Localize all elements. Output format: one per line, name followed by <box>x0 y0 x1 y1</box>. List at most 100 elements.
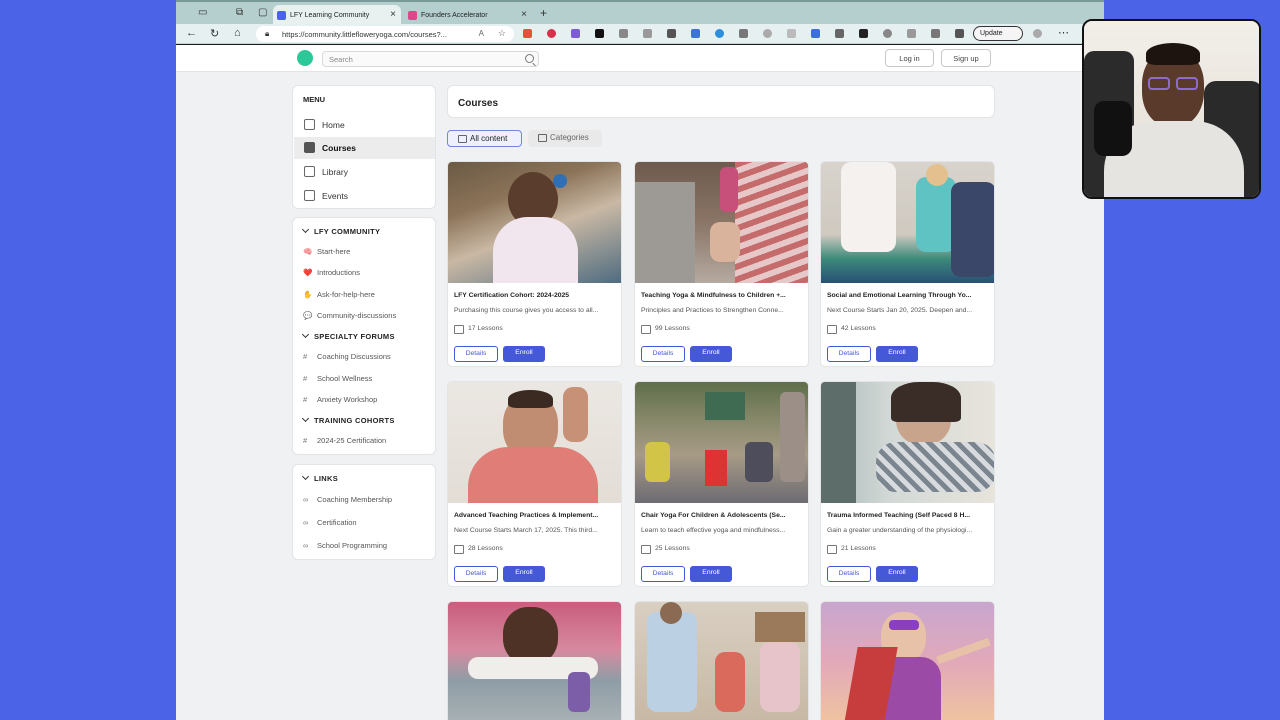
space-start-here[interactable]: 🧠 Start-here <box>303 247 350 256</box>
link-certification[interactable]: ∞ Certification <box>303 518 357 527</box>
group-lfy-community[interactable]: LFY COMMUNITY <box>303 227 380 236</box>
space-ask-for-help[interactable]: ✋ Ask-for-help-here <box>303 290 375 299</box>
enroll-button[interactable]: Enroll <box>503 346 545 362</box>
url-text: https://community.littlefloweryoga.com/c… <box>282 30 447 39</box>
login-button[interactable]: Log in <box>885 49 934 67</box>
extension-icon[interactable] <box>811 29 820 38</box>
more-options-icon[interactable]: ⋯ <box>1058 26 1069 39</box>
extension-icon[interactable] <box>643 29 652 38</box>
extension-icon[interactable] <box>667 29 676 38</box>
course-card[interactable]: Social and Emotional Learning Through Yo… <box>820 161 995 367</box>
tab-lfy-learning-community[interactable]: LFY Learning Community × <box>273 5 401 26</box>
group-specialty-forums[interactable]: SPECIALTY FORUMS <box>303 332 395 341</box>
extension-icon[interactable] <box>835 29 844 38</box>
menu-item-courses[interactable]: Courses <box>294 137 435 159</box>
extension-icon[interactable] <box>691 29 700 38</box>
details-button[interactable]: Details <box>454 346 498 362</box>
space-anxiety-workshop[interactable]: # Anxiety Workshop <box>303 395 377 404</box>
menu-item-label: Home <box>322 120 345 130</box>
course-card[interactable]: Teaching Yoga & Mindfulness to Children … <box>634 161 809 367</box>
extension-icon[interactable] <box>547 29 556 38</box>
space-coaching-discussions[interactable]: # Coaching Discussions <box>303 352 391 361</box>
search-input[interactable]: Search <box>322 51 539 67</box>
enroll-button[interactable]: Enroll <box>690 346 732 362</box>
space-label: Ask-for-help-here <box>317 290 375 299</box>
filter-categories[interactable]: Categories <box>528 130 602 147</box>
lesson-count: 17 Lessons <box>454 325 503 334</box>
extension-icon[interactable] <box>715 29 724 38</box>
course-card[interactable] <box>447 601 622 720</box>
details-button[interactable]: Details <box>641 566 685 582</box>
enroll-button[interactable]: Enroll <box>876 346 918 362</box>
links-title[interactable]: LINKS <box>303 474 338 483</box>
course-description: Learn to teach effective yoga and mindfu… <box>641 527 786 534</box>
link-coaching-membership[interactable]: ∞ Coaching Membership <box>303 495 392 504</box>
course-title[interactable]: Social and Emotional Learning Through Yo… <box>827 292 990 299</box>
collections-icon[interactable] <box>955 29 964 38</box>
site-header: Search Log in Sign up <box>176 45 1104 72</box>
space-community-discussions[interactable]: 💬 Community-discussions <box>303 311 396 320</box>
enroll-button[interactable]: Enroll <box>876 566 918 582</box>
url-field[interactable]: 🔒︎ https://community.littlefloweryoga.co… <box>256 26 514 42</box>
details-button[interactable]: Details <box>827 566 871 582</box>
tab-actions-icon[interactable]: ▢ <box>258 7 267 18</box>
menu-item-events[interactable]: Events <box>294 185 435 207</box>
extension-icon[interactable] <box>739 29 748 38</box>
course-title[interactable]: Trauma Informed Teaching (Self Paced 8 H… <box>827 512 990 519</box>
extension-icon[interactable] <box>595 29 604 38</box>
reload-icon[interactable]: ↻ <box>210 27 219 40</box>
course-title[interactable]: Chair Yoga For Children & Adolescents (S… <box>641 512 804 519</box>
update-button[interactable]: Update <box>973 26 1023 41</box>
extension-icon[interactable] <box>787 29 796 38</box>
course-title[interactable]: Advanced Teaching Practices & Implement.… <box>454 512 617 519</box>
new-tab-icon[interactable]: + <box>540 6 547 20</box>
menu-item-label: Library <box>322 167 348 177</box>
course-card[interactable]: Trauma Informed Teaching (Self Paced 8 H… <box>820 381 995 587</box>
extension-icon[interactable] <box>859 29 868 38</box>
split-screen-icon[interactable] <box>907 29 916 38</box>
site-logo[interactable] <box>297 50 313 66</box>
extension-icon[interactable] <box>571 29 580 38</box>
course-card[interactable]: LFY Certification Cohort: 2024-2025 Purc… <box>447 161 622 367</box>
extension-icon[interactable] <box>883 29 892 38</box>
space-school-wellness[interactable]: # School Wellness <box>303 374 372 383</box>
favorite-star-icon[interactable]: ☆ <box>498 28 506 39</box>
course-card[interactable]: Advanced Teaching Practices & Implement.… <box>447 381 622 587</box>
space-introductions[interactable]: ❤️ Introductions <box>303 268 360 277</box>
enroll-button[interactable]: Enroll <box>690 566 732 582</box>
link-icon: ∞ <box>303 541 309 550</box>
space-certification-cohort[interactable]: #2024-25 Certification <box>303 436 386 445</box>
tab-founders-accelerator[interactable]: Founders Accelerator × <box>404 5 532 26</box>
close-tab-icon[interactable]: × <box>521 9 527 20</box>
course-title[interactable]: Teaching Yoga & Mindfulness to Children … <box>641 292 804 299</box>
home-icon[interactable]: ⌂ <box>234 27 241 39</box>
course-description: Purchasing this course gives you access … <box>454 307 599 314</box>
link-label: School Programming <box>317 541 388 550</box>
details-button[interactable]: Details <box>827 346 871 362</box>
search-icon[interactable] <box>525 54 534 63</box>
filter-all-content[interactable]: All content <box>447 130 522 147</box>
back-icon[interactable]: ← <box>186 27 197 39</box>
profile-avatar-icon[interactable] <box>1033 29 1042 38</box>
menu-item-library[interactable]: Library <box>294 161 435 183</box>
workspaces-icon[interactable]: ⧉ <box>236 7 243 18</box>
course-card[interactable] <box>634 601 809 720</box>
course-title[interactable]: LFY Certification Cohort: 2024-2025 <box>454 292 617 299</box>
extension-icon[interactable] <box>523 29 532 38</box>
extension-icon[interactable] <box>619 29 628 38</box>
course-card[interactable]: Chair Yoga For Children & Adolescents (S… <box>634 381 809 587</box>
read-aloud-icon[interactable]: A <box>479 29 484 38</box>
group-training-cohorts[interactable]: TRAINING COHORTS <box>303 416 395 425</box>
course-card[interactable] <box>820 601 995 720</box>
close-tab-icon[interactable]: × <box>390 9 396 20</box>
details-button[interactable]: Details <box>454 566 498 582</box>
link-school-programming[interactable]: ∞ School Programming <box>303 541 387 550</box>
favorites-icon[interactable] <box>931 29 940 38</box>
signup-button[interactable]: Sign up <box>941 49 991 67</box>
details-button[interactable]: Details <box>641 346 685 362</box>
menu-item-home[interactable]: Home <box>294 114 435 136</box>
profile-icon[interactable]: ▭ <box>198 7 207 18</box>
extension-icon[interactable] <box>763 29 772 38</box>
enroll-button[interactable]: Enroll <box>503 566 545 582</box>
course-image <box>448 382 621 503</box>
